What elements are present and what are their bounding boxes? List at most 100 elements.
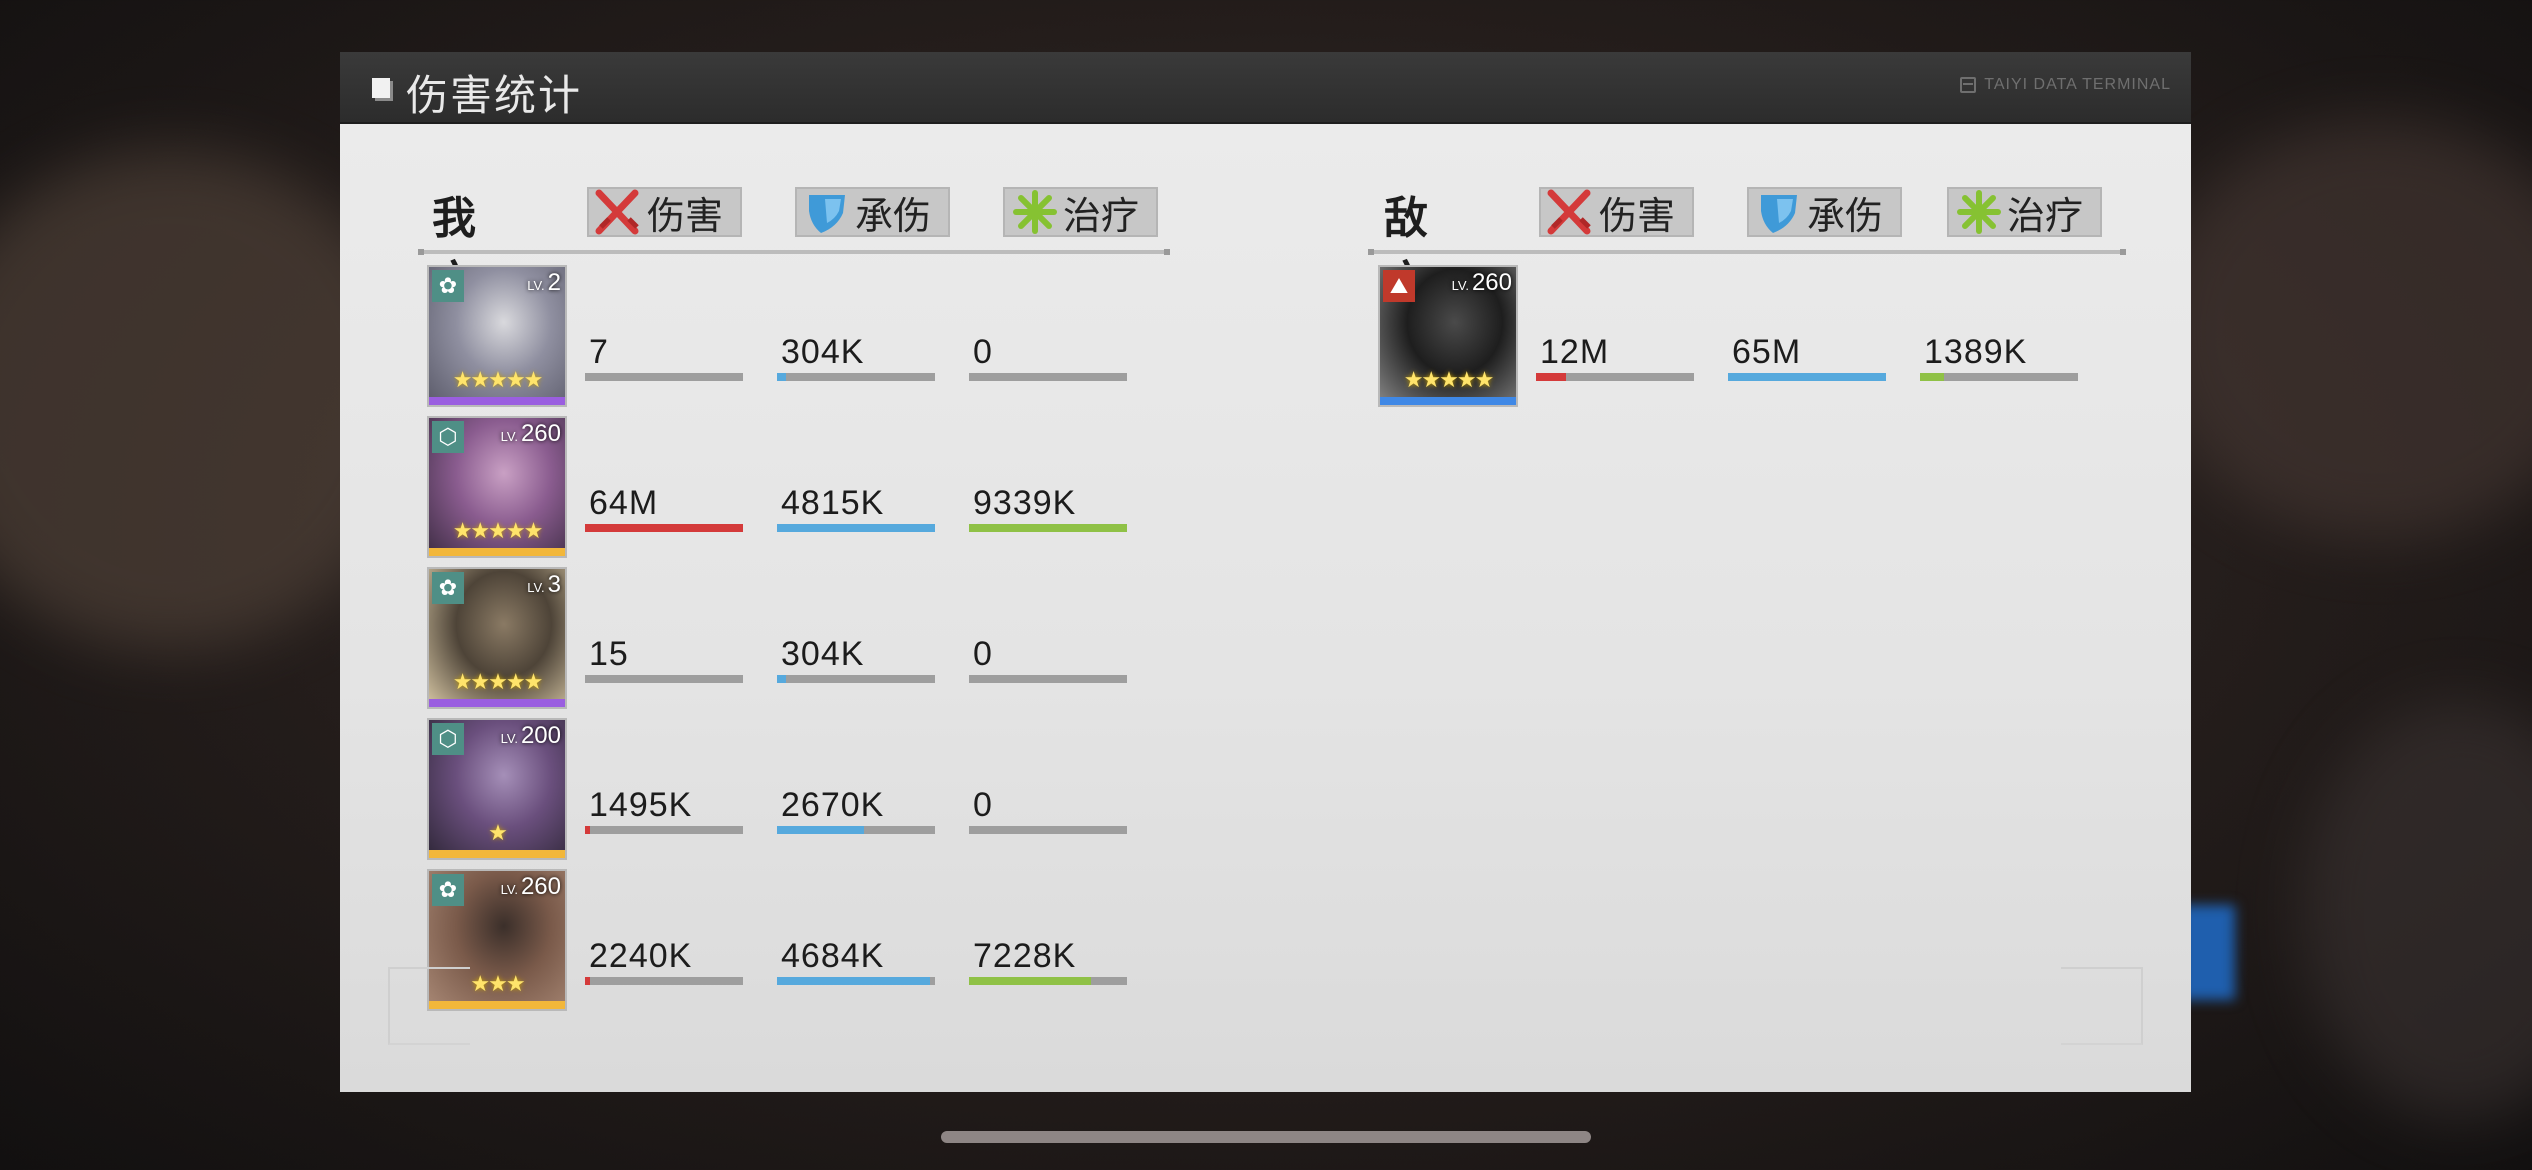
ally-row: ✿ LV. 2 ★★★★★ 7 304K 0 (427, 265, 1147, 410)
taken-bar-fill (777, 675, 787, 683)
damage-value: 12M (1540, 333, 1610, 371)
heal-bar (969, 524, 1127, 532)
heal-stat: 1389K (1920, 331, 2078, 381)
taken-stat: 4684K (777, 935, 935, 985)
tactician-icon: ✿ (432, 572, 464, 604)
ally-row: ⬡ LV. 260 ★★★★★ 64M 4815K 9339K (427, 416, 1147, 561)
taken-stat: 304K (777, 331, 935, 381)
tab-heal[interactable]: 治疗 (1003, 187, 1158, 238)
heal-bar (1920, 373, 2078, 381)
ally-row: ⬡ LV. 200 ★ 1495K 2670K 0 (427, 718, 1147, 863)
terminal-icon (1960, 77, 1977, 93)
header-square-icon (372, 78, 390, 98)
home-indicator[interactable] (941, 1131, 1591, 1143)
rarity-bar (429, 548, 565, 556)
taken-stat: 65M (1728, 331, 1886, 381)
tab-taken-label: 承伤 (1807, 195, 1884, 238)
damage-stat: 2240K (585, 935, 743, 985)
damage-stat: 15 (585, 633, 743, 683)
rarity-bar (429, 850, 565, 858)
tab-heal[interactable]: 治疗 (1947, 187, 2102, 238)
taken-bar (777, 373, 935, 381)
taken-value: 4815K (781, 484, 885, 522)
taken-value: 4684K (781, 937, 885, 975)
tab-heal-label: 治疗 (2007, 195, 2084, 238)
taken-value: 304K (781, 333, 865, 371)
heal-value: 7228K (973, 937, 1077, 975)
taken-stat: 2670K (777, 784, 935, 834)
star-rating: ★ (488, 820, 508, 845)
character-portrait[interactable]: ✿ LV. 2 ★★★★★ (427, 265, 567, 407)
level-label: LV. 3 (527, 571, 561, 598)
taken-stat: 4815K (777, 482, 935, 532)
character-portrait[interactable]: ⬡ LV. 200 ★ (427, 718, 567, 860)
tab-damage[interactable]: 伤害 (1539, 187, 1694, 238)
taken-bar-fill (777, 977, 931, 985)
heal-value: 0 (973, 333, 993, 371)
background-blur (2150, 120, 2532, 540)
heal-bar (969, 977, 1127, 985)
rarity-bar (1380, 397, 1516, 405)
taken-bar (777, 826, 935, 834)
heal-value: 9339K (973, 484, 1077, 522)
shield-icon (803, 189, 851, 235)
damage-swords-icon (1547, 189, 1595, 235)
heal-bar (969, 373, 1127, 381)
taken-stat: 304K (777, 633, 935, 683)
heal-value: 1389K (1924, 333, 2028, 371)
panel-title: 伤害统计 (406, 72, 583, 119)
character-portrait[interactable]: ⬡ LV. 260 ★★★★★ (427, 416, 567, 558)
level-label: LV. 260 (500, 873, 561, 900)
heal-bar-fill (1920, 373, 1944, 381)
heal-burst-icon (1011, 189, 1059, 235)
damage-swords-icon (595, 189, 643, 235)
heal-bar (969, 675, 1127, 683)
guardian-icon: ⬡ (432, 421, 464, 453)
damage-bar (585, 675, 743, 683)
taken-value: 65M (1732, 333, 1802, 371)
taken-bar (1728, 373, 1886, 381)
heal-bar-fill (969, 524, 1127, 532)
character-portrait[interactable]: ⛰ LV. 260 ★★★★★ (1378, 265, 1518, 407)
damage-stats-panel: 伤害统计 TAIYI DATA TERMINAL 我方 伤害 承伤 治疗 (340, 52, 2191, 1092)
damage-stat: 12M (1536, 331, 1694, 381)
star-rating: ★★★★★ (1403, 367, 1495, 392)
damage-value: 15 (589, 635, 629, 673)
damage-bar (585, 373, 743, 381)
heal-burst-icon (1955, 189, 2003, 235)
tab-heal-label: 治疗 (1063, 195, 1140, 238)
heal-stat: 0 (969, 331, 1127, 381)
damage-bar-fill (585, 826, 590, 834)
rarity-bar (429, 699, 565, 707)
guardian-icon: ⬡ (432, 723, 464, 755)
damage-value: 7 (589, 333, 609, 371)
level-label: LV. 260 (500, 420, 561, 447)
heal-stat: 9339K (969, 482, 1127, 532)
taken-value: 304K (781, 635, 865, 673)
striker-icon: ⛰ (1383, 270, 1415, 302)
level-label: LV. 200 (500, 722, 561, 749)
tactician-icon: ✿ (432, 270, 464, 302)
character-portrait[interactable]: ✿ LV. 3 ★★★★★ (427, 567, 567, 709)
taken-bar (777, 675, 935, 683)
damage-bar (585, 826, 743, 834)
tactician-icon: ✿ (432, 874, 464, 906)
damage-stat: 1495K (585, 784, 743, 834)
heal-bar-fill (969, 977, 1091, 985)
taken-bar (777, 977, 935, 985)
star-rating: ★★★★★ (452, 669, 544, 694)
damage-value: 1495K (589, 786, 693, 824)
tab-damage[interactable]: 伤害 (587, 187, 742, 238)
tab-taken[interactable]: 承伤 (1747, 187, 1902, 238)
damage-bar (585, 977, 743, 985)
heal-stat: 0 (969, 633, 1127, 683)
taken-bar-fill (777, 826, 864, 834)
tab-damage-label: 伤害 (647, 195, 724, 238)
tab-damage-label: 伤害 (1599, 195, 1676, 238)
terminal-label: TAIYI DATA TERMINAL (1960, 76, 2171, 94)
frame-corner (2061, 967, 2143, 1045)
damage-value: 2240K (589, 937, 693, 975)
star-rating: ★★★★★ (452, 518, 544, 543)
tab-taken[interactable]: 承伤 (795, 187, 950, 238)
ally-row: ✿ LV. 260 ★★★ 2240K 4684K 7228K (427, 869, 1147, 1014)
